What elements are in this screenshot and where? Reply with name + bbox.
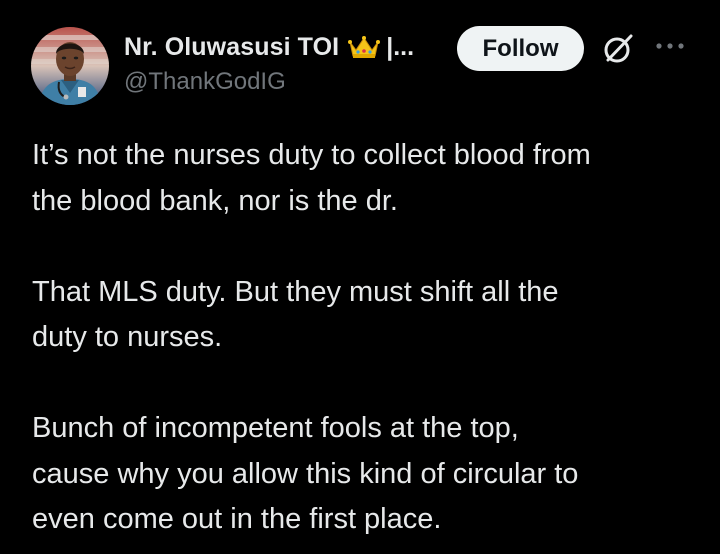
tweet-paragraph: Bunch of incompetent fools at the top, c… [32, 412, 579, 535]
grok-icon[interactable] [600, 31, 636, 67]
author-name-row[interactable]: Nr. Oluwasusi TOI |... [124, 30, 414, 64]
avatar[interactable] [31, 27, 109, 105]
tweet-paragraph: It’s not the nurses duty to collect bloo… [32, 139, 591, 217]
tweet-card: Nr. Oluwasusi TOI |... @ThankGodIG Follo… [0, 0, 720, 554]
author-display-name[interactable]: Nr. Oluwasusi TOI [124, 33, 339, 62]
author-handle[interactable]: @ThankGodIG [124, 68, 286, 96]
tweet-paragraph: That MLS duty. But they must shift all t… [32, 275, 559, 354]
follow-button[interactable]: Follow [457, 26, 584, 71]
author-name-suffix: |... [386, 32, 415, 61]
avatar-image [31, 27, 109, 105]
more-horizontal-icon[interactable] [654, 36, 686, 56]
tweet-text: It’s not the nurses duty to collect bloo… [32, 133, 712, 543]
crown-icon [348, 34, 381, 60]
